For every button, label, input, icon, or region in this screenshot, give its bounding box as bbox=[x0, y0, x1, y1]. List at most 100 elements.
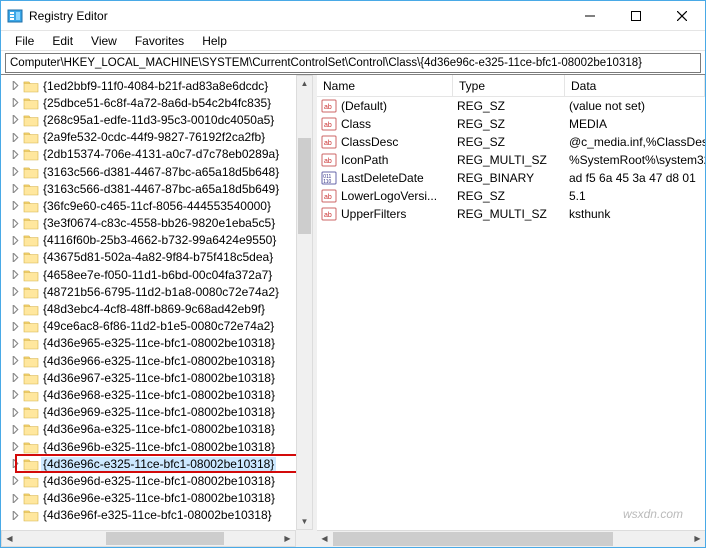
scroll-thumb[interactable] bbox=[298, 138, 311, 234]
list-row[interactable]: abIconPathREG_MULTI_SZ%SystemRoot%\syste… bbox=[317, 151, 705, 169]
tree-item[interactable]: {4d36e96c-e325-11ce-bfc1-08002be10318} bbox=[1, 455, 313, 472]
expand-icon[interactable] bbox=[9, 425, 21, 434]
expand-icon[interactable] bbox=[9, 476, 21, 485]
tree-item[interactable]: {3e3f0674-c83c-4558-bb26-9820e1eba5c5} bbox=[1, 215, 313, 232]
scroll-thumb[interactable] bbox=[333, 532, 613, 546]
list-row[interactable]: abClassREG_SZMEDIA bbox=[317, 115, 705, 133]
expand-icon[interactable] bbox=[9, 236, 21, 245]
string-icon: ab bbox=[321, 152, 337, 168]
folder-icon bbox=[23, 405, 39, 419]
tree-item[interactable]: {3163c566-d381-4467-87bc-a65a18d5b649} bbox=[1, 180, 313, 197]
scroll-down-icon[interactable]: ▼ bbox=[297, 514, 312, 529]
expand-icon[interactable] bbox=[9, 81, 21, 90]
list-row[interactable]: abUpperFiltersREG_MULTI_SZksthunk bbox=[317, 205, 705, 223]
expand-icon[interactable] bbox=[9, 442, 21, 451]
scroll-left-icon[interactable]: ◀ bbox=[317, 531, 332, 546]
tree-item[interactable]: {268c95a1-edfe-11d3-95c3-0010dc4050a5} bbox=[1, 111, 313, 128]
tree-item-label: {4d36e96f-e325-11ce-bfc1-08002be10318} bbox=[41, 508, 274, 522]
expand-icon[interactable] bbox=[9, 511, 21, 520]
scroll-right-icon[interactable]: ▶ bbox=[690, 531, 705, 546]
expand-icon[interactable] bbox=[9, 219, 21, 228]
expand-icon[interactable] bbox=[9, 494, 21, 503]
scroll-left-icon[interactable]: ◀ bbox=[2, 531, 17, 546]
tree-item[interactable]: {48721b56-6795-11d2-b1a8-0080c72e74a2} bbox=[1, 283, 313, 300]
svg-text:ab: ab bbox=[324, 122, 332, 129]
minimize-button[interactable] bbox=[567, 1, 613, 30]
tree-item[interactable]: {4d36e968-e325-11ce-bfc1-08002be10318} bbox=[1, 386, 313, 403]
tree-item[interactable]: {1ed2bbf9-11f0-4084-b21f-ad83a8e6dcdc} bbox=[1, 77, 313, 94]
list-horizontal-scrollbar[interactable]: ◀ ▶ bbox=[317, 530, 705, 547]
expand-icon[interactable] bbox=[9, 98, 21, 107]
value-type: REG_SZ bbox=[453, 117, 565, 131]
expand-icon[interactable] bbox=[9, 339, 21, 348]
values-pane[interactable]: Name Type Data ab(Default)REG_SZ(value n… bbox=[317, 75, 705, 547]
col-type[interactable]: Type bbox=[453, 75, 565, 96]
tree-item[interactable]: {4d36e965-e325-11ce-bfc1-08002be10318} bbox=[1, 335, 313, 352]
tree-item[interactable]: {4d36e966-e325-11ce-bfc1-08002be10318} bbox=[1, 352, 313, 369]
menu-edit[interactable]: Edit bbox=[44, 33, 81, 49]
expand-icon[interactable] bbox=[9, 322, 21, 331]
menu-favorites[interactable]: Favorites bbox=[127, 33, 192, 49]
col-data[interactable]: Data bbox=[565, 75, 705, 96]
list-row[interactable]: abClassDescREG_SZ@c_media.inf,%ClassDesc… bbox=[317, 133, 705, 151]
tree-item[interactable]: {43675d81-502a-4a82-9f84-b75f418c5dea} bbox=[1, 249, 313, 266]
tree-item[interactable]: {4d36e96f-e325-11ce-bfc1-08002be10318} bbox=[1, 507, 313, 524]
expand-icon[interactable] bbox=[9, 167, 21, 176]
expand-icon[interactable] bbox=[9, 373, 21, 382]
tree-item[interactable]: {2a9fe532-0cdc-44f9-9827-76192f2ca2fb} bbox=[1, 129, 313, 146]
expand-icon[interactable] bbox=[9, 150, 21, 159]
list-row[interactable]: abLowerLogoVersi...REG_SZ5.1 bbox=[317, 187, 705, 205]
tree-item[interactable]: {2db15374-706e-4131-a0c7-d7c78eb0289a} bbox=[1, 146, 313, 163]
close-button[interactable] bbox=[659, 1, 705, 30]
expand-icon[interactable] bbox=[9, 133, 21, 142]
tree-item-label: {268c95a1-edfe-11d3-95c3-0010dc4050a5} bbox=[41, 113, 276, 127]
tree-item-label: {4d36e96b-e325-11ce-bfc1-08002be10318} bbox=[41, 440, 277, 454]
tree-item[interactable]: {4d36e96e-e325-11ce-bfc1-08002be10318} bbox=[1, 490, 313, 507]
tree-item[interactable]: {4116f60b-25b3-4662-b732-99a6424e9550} bbox=[1, 232, 313, 249]
tree-item[interactable]: {4658ee7e-f050-11d1-b6bd-00c04fa372a7} bbox=[1, 266, 313, 283]
col-name[interactable]: Name bbox=[317, 75, 453, 96]
tree-item[interactable]: {4d36e96d-e325-11ce-bfc1-08002be10318} bbox=[1, 472, 313, 489]
menu-view[interactable]: View bbox=[83, 33, 125, 49]
folder-icon bbox=[23, 422, 39, 436]
menu-help[interactable]: Help bbox=[194, 33, 235, 49]
tree-item[interactable]: {4d36e96b-e325-11ce-bfc1-08002be10318} bbox=[1, 438, 313, 455]
svg-text:110: 110 bbox=[323, 179, 331, 185]
string-icon: ab bbox=[321, 188, 337, 204]
folder-icon bbox=[23, 508, 39, 522]
tree-item[interactable]: {25dbce51-6c8f-4a72-8a6d-b54c2b4fc835} bbox=[1, 94, 313, 111]
expand-icon[interactable] bbox=[9, 408, 21, 417]
scroll-up-icon[interactable]: ▲ bbox=[297, 76, 312, 91]
list-row[interactable]: ab(Default)REG_SZ(value not set) bbox=[317, 97, 705, 115]
tree-item[interactable]: {4d36e969-e325-11ce-bfc1-08002be10318} bbox=[1, 404, 313, 421]
scroll-thumb[interactable] bbox=[106, 532, 224, 545]
tree-item[interactable]: {3163c566-d381-4467-87bc-a65a18d5b648} bbox=[1, 163, 313, 180]
expand-icon[interactable] bbox=[9, 305, 21, 314]
scroll-right-icon[interactable]: ▶ bbox=[280, 531, 295, 546]
value-type: REG_SZ bbox=[453, 99, 565, 113]
expand-icon[interactable] bbox=[9, 287, 21, 296]
expand-icon[interactable] bbox=[9, 115, 21, 124]
tree-item[interactable]: {4d36e967-e325-11ce-bfc1-08002be10318} bbox=[1, 369, 313, 386]
expand-icon[interactable] bbox=[9, 184, 21, 193]
expand-icon[interactable] bbox=[9, 270, 21, 279]
expand-icon[interactable] bbox=[9, 390, 21, 399]
tree-pane[interactable]: {1ed2bbf9-11f0-4084-b21f-ad83a8e6dcdc}{2… bbox=[1, 75, 313, 547]
tree-item-label: {4d36e969-e325-11ce-bfc1-08002be10318} bbox=[41, 405, 277, 419]
tree-item[interactable]: {4d36e96a-e325-11ce-bfc1-08002be10318} bbox=[1, 421, 313, 438]
tree-horizontal-scrollbar[interactable]: ◀ ▶ bbox=[1, 530, 296, 547]
expand-icon[interactable] bbox=[9, 459, 21, 468]
menu-file[interactable]: File bbox=[7, 33, 42, 49]
value-type: REG_SZ bbox=[453, 135, 565, 149]
expand-icon[interactable] bbox=[9, 201, 21, 210]
expand-icon[interactable] bbox=[9, 253, 21, 262]
tree-item[interactable]: {49ce6ac8-6f86-11d2-b1e5-0080c72e74a2} bbox=[1, 318, 313, 335]
tree-vertical-scrollbar[interactable]: ▲ ▼ bbox=[296, 75, 313, 530]
address-input[interactable] bbox=[5, 53, 701, 73]
tree-item[interactable]: {36fc9e60-c465-11cf-8056-444553540000} bbox=[1, 197, 313, 214]
tree-item[interactable]: {48d3ebc4-4cf8-48ff-b869-9c68ad42eb9f} bbox=[1, 300, 313, 317]
value-name: ClassDesc bbox=[341, 135, 398, 149]
maximize-button[interactable] bbox=[613, 1, 659, 30]
list-row[interactable]: 011110LastDeleteDateREG_BINARYad f5 6a 4… bbox=[317, 169, 705, 187]
expand-icon[interactable] bbox=[9, 356, 21, 365]
